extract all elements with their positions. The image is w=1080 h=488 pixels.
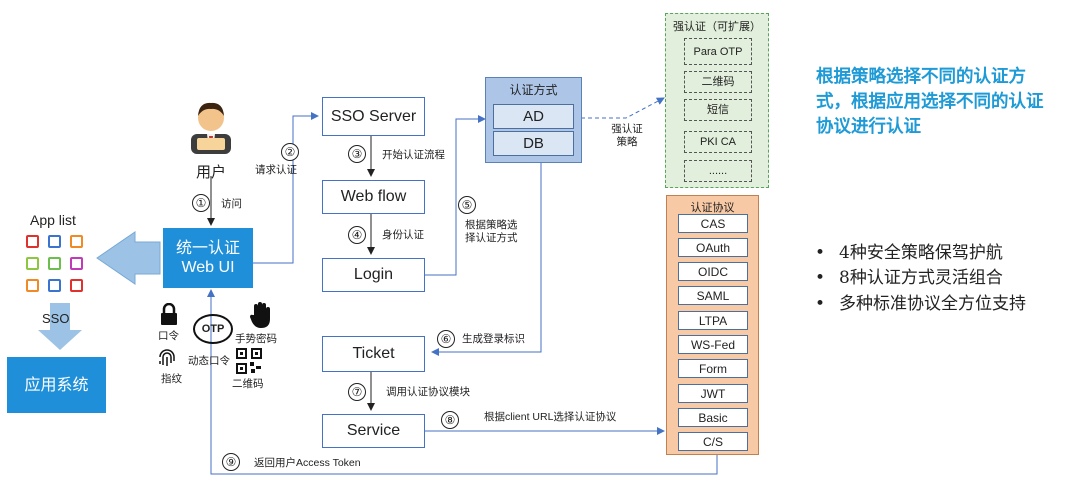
app-icon[interactable] xyxy=(48,257,61,270)
bullet-text: 多种标准协议全方位支持 xyxy=(839,294,1026,314)
headline-text: 根据策略选择不同的认证方式，根据应用选择不同的认证协议进行认证 xyxy=(816,66,1044,136)
auth-method-group: 认证方式 AD DB xyxy=(485,77,582,163)
bullet-item: • 8种认证方式灵活组合 xyxy=(815,268,1003,288)
protocol-item[interactable]: SAML xyxy=(678,286,748,305)
protocol-item[interactable]: Form xyxy=(678,359,748,378)
step-label: 调用认证协议模块 xyxy=(386,386,470,398)
strong-auth-item[interactable]: Para OTP xyxy=(684,38,752,65)
otp-label: 动态口令 xyxy=(188,355,230,367)
otp-icon: OTP xyxy=(193,314,233,344)
qrcode-icon xyxy=(236,348,262,379)
protocol-group: 认证协议 CAS OAuth OIDC SAML LTPA WS-Fed For… xyxy=(666,195,759,455)
web-ui-box[interactable]: 统一认证 Web UI xyxy=(163,228,253,288)
app-icon[interactable] xyxy=(26,279,39,292)
strong-auth-title: 强认证（可扩展） xyxy=(673,21,761,33)
protocol-item[interactable]: C/S xyxy=(678,432,748,451)
step-marker: ③ xyxy=(348,145,366,163)
app-system-box[interactable]: 应用系统 xyxy=(7,357,106,413)
protocol-item[interactable]: WS-Fed xyxy=(678,335,748,354)
protocol-item[interactable]: Basic xyxy=(678,408,748,427)
app-list-label: App list xyxy=(30,212,76,228)
app-icon[interactable] xyxy=(48,235,61,248)
bullet-text: 4种安全策略保驾护航 xyxy=(839,243,1003,263)
bullet-text: 8种认证方式灵活组合 xyxy=(839,268,1003,288)
arrow-login-to-auth xyxy=(425,115,486,276)
step-label: 开始认证流程 xyxy=(382,149,445,161)
step-marker: ⑤ xyxy=(458,196,476,214)
user-avatar xyxy=(189,98,233,156)
strong-auth-item[interactable]: PKI CA xyxy=(684,131,752,153)
protocol-item[interactable]: OAuth xyxy=(678,238,748,257)
step-marker: ⑦ xyxy=(348,383,366,401)
step-label: 身份认证 xyxy=(382,229,424,241)
bullet-item: • 多种标准协议全方位支持 xyxy=(815,294,1026,314)
bullet-item: • 4种安全策略保驾护航 xyxy=(815,243,1003,263)
sso-label: SSO xyxy=(42,311,70,326)
app-icon[interactable] xyxy=(70,279,83,292)
web-ui-line1: 统一认证 xyxy=(175,240,240,257)
sso-arrow-head xyxy=(38,330,82,350)
step-label: 请求认证 xyxy=(255,164,297,176)
app-icon[interactable] xyxy=(70,235,83,248)
step-label: 返回用户Access Token xyxy=(254,457,361,469)
step-label: 访问 xyxy=(221,198,242,210)
user-label: 用户 xyxy=(196,164,227,181)
fingerprint-icon xyxy=(157,349,177,374)
service-box[interactable]: Service xyxy=(322,414,425,448)
app-system-label: 应用系统 xyxy=(24,376,89,394)
login-box[interactable]: Login xyxy=(322,258,425,292)
step-marker: ① xyxy=(192,194,210,212)
step-label: 生成登录标识 xyxy=(462,333,525,345)
strong-auth-item[interactable]: 二维码 xyxy=(684,71,752,93)
web-flow-label: Web flow xyxy=(340,188,407,205)
step-marker: ② xyxy=(281,143,299,161)
protocol-item[interactable]: OIDC xyxy=(678,262,748,281)
app-icon[interactable] xyxy=(70,257,83,270)
ticket-label: Ticket xyxy=(352,345,395,362)
password-label: 口令 xyxy=(158,330,179,342)
auth-method-db[interactable]: DB xyxy=(493,131,574,156)
strong-policy-label: 强认证策略 xyxy=(611,123,643,148)
otp-badge-text: OTP xyxy=(201,323,225,335)
protocol-item[interactable]: LTPA xyxy=(678,311,748,330)
arrow-auth-to-strong xyxy=(581,97,665,119)
app-icon[interactable] xyxy=(26,257,39,270)
hand-icon xyxy=(249,301,273,334)
protocol-title: 认证协议 xyxy=(690,202,735,214)
auth-method-title: 认证方式 xyxy=(509,83,558,97)
protocol-item[interactable]: JWT xyxy=(678,384,748,403)
step-marker: ④ xyxy=(348,226,366,244)
qrcode-label: 二维码 xyxy=(232,378,264,390)
web-ui-line2: Web UI xyxy=(181,259,235,276)
step-marker: ⑨ xyxy=(222,453,240,471)
service-label: Service xyxy=(346,422,401,439)
sso-server-box[interactable]: SSO Server xyxy=(322,97,425,136)
strong-auth-item[interactable]: 短信 xyxy=(684,99,752,121)
lock-icon xyxy=(160,302,178,330)
auth-method-ad[interactable]: AD xyxy=(493,104,574,129)
app-list-grid[interactable] xyxy=(24,233,88,295)
arrow-protocol-to-webui xyxy=(207,289,718,475)
step-label: 根据策略选择认证方式 xyxy=(465,219,518,244)
fingerprint-label: 指纹 xyxy=(161,373,182,385)
gesture-label: 手势密码 xyxy=(235,333,277,345)
protocol-item[interactable]: CAS xyxy=(678,214,748,233)
login-label: Login xyxy=(353,266,394,283)
web-flow-box[interactable]: Web flow xyxy=(322,180,425,214)
step-label: 根据client URL选择认证协议 xyxy=(484,411,617,423)
strong-auth-group: 强认证（可扩展） Para OTP 二维码 短信 PKI CA ...... xyxy=(665,13,769,188)
step-marker: ⑥ xyxy=(437,330,455,348)
sso-server-label: SSO Server xyxy=(330,107,417,125)
strong-auth-item[interactable]: ...... xyxy=(684,160,752,182)
app-icon[interactable] xyxy=(48,279,61,292)
arrow-auth-to-ticket xyxy=(431,163,542,356)
arrow-webui-to-sso xyxy=(253,112,319,264)
arrow-webui-to-applist xyxy=(96,231,161,285)
step-marker: ⑧ xyxy=(441,411,459,429)
app-icon[interactable] xyxy=(26,235,39,248)
ticket-box[interactable]: Ticket xyxy=(322,336,425,372)
